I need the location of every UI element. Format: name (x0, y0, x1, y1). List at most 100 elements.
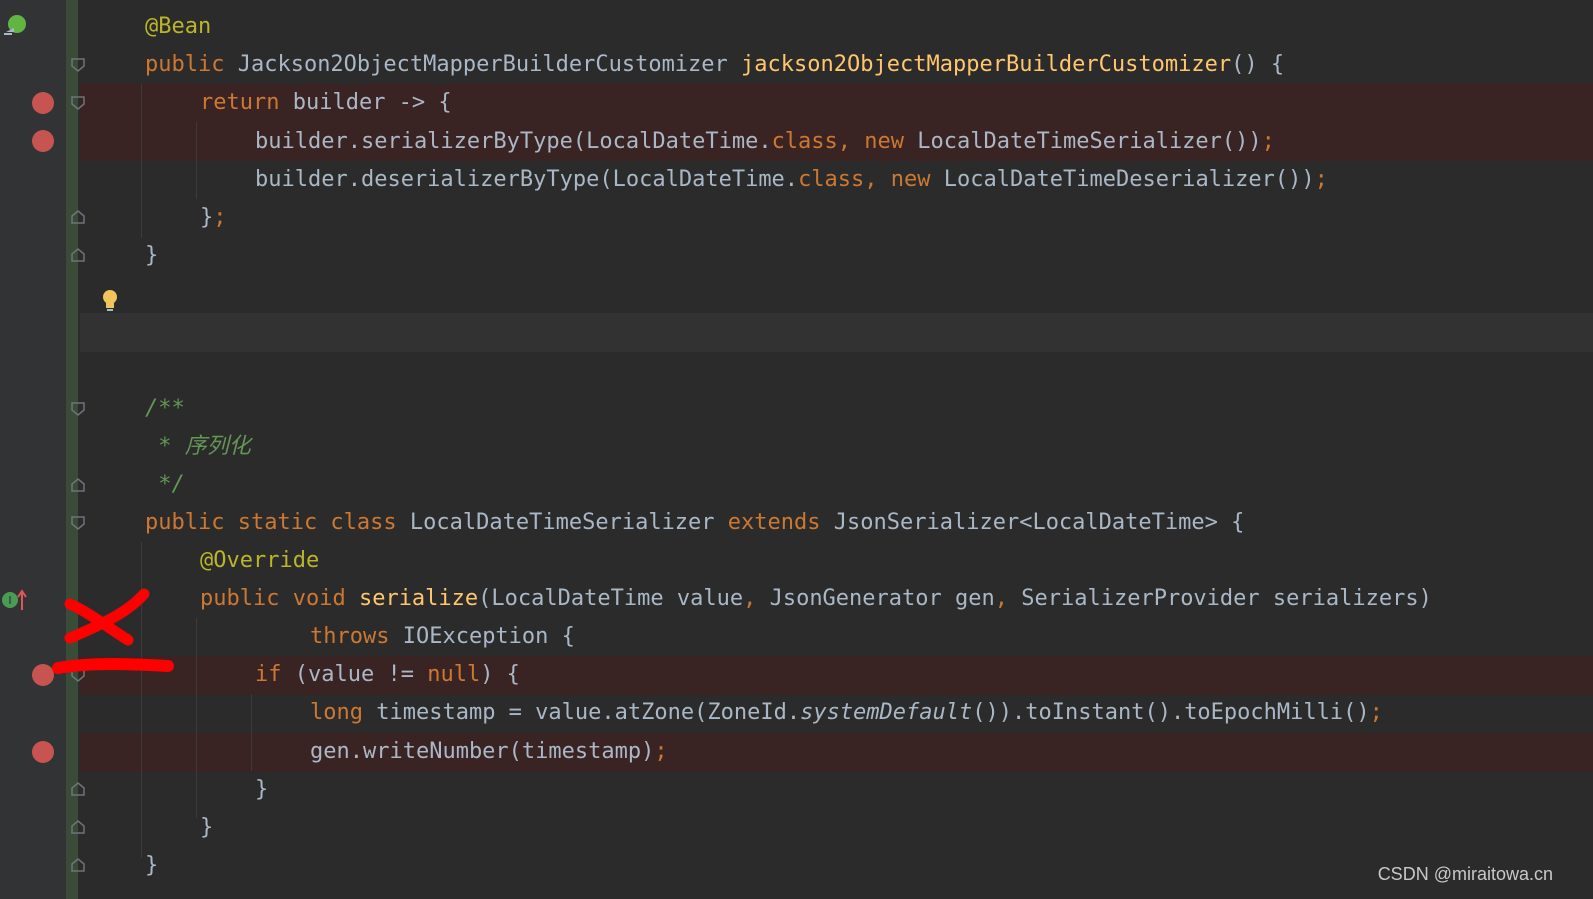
fold-marker-icon[interactable] (71, 478, 85, 492)
code-line[interactable]: return builder -> { (200, 84, 452, 123)
code-token: null (427, 662, 481, 687)
code-token: @Bean (145, 14, 212, 39)
code-line[interactable]: if (value != null) { (255, 656, 520, 695)
code-token: if (255, 662, 295, 687)
fold-marker-icon[interactable] (71, 210, 85, 224)
code-line[interactable]: public void serialize(LocalDateTime valu… (200, 580, 1432, 619)
code-token: new (890, 167, 944, 192)
code-token: return (200, 90, 293, 115)
fold-marker-icon[interactable] (71, 820, 85, 834)
code-token: , (864, 167, 891, 192)
code-token: ()).toInstant().toEpochMilli() (972, 700, 1370, 725)
code-token: new (864, 128, 918, 154)
code-line[interactable]: public Jackson2ObjectMapperBuilderCustom… (145, 46, 1284, 85)
code-token: class (771, 128, 838, 154)
breakpoint-icon[interactable] (32, 130, 54, 152)
svg-text:I: I (8, 594, 11, 607)
code-token: builder -> { (292, 90, 452, 115)
fold-marker-icon[interactable] (71, 782, 85, 796)
code-token: () { (1231, 52, 1285, 77)
code-token: * 序列化 (145, 434, 251, 459)
code-token: jackson2ObjectMapperBuilderCustomizer (741, 52, 1232, 77)
code-token: } (255, 777, 269, 802)
code-token: */ (145, 472, 185, 497)
implements-method-icon[interactable]: I (0, 588, 30, 612)
code-token: ) { (480, 662, 520, 687)
code-line[interactable]: }; (200, 199, 227, 238)
red-cross-annotation (52, 588, 174, 674)
indent-guide (141, 84, 142, 238)
vcs-change-bar (66, 0, 78, 899)
code-token: public void (200, 586, 359, 611)
code-token: ; (654, 739, 668, 764)
code-token: builder.deserializerByType(LocalDateTime… (255, 167, 799, 192)
code-token: timestamp = value.atZone(ZoneId. (376, 700, 801, 725)
spring-bean-icon[interactable] (2, 12, 30, 40)
fold-marker-icon[interactable] (71, 402, 85, 416)
fold-marker-icon[interactable] (71, 96, 85, 110)
code-token: , (837, 128, 865, 154)
code-line[interactable]: /** (145, 390, 185, 429)
code-token: } (145, 243, 159, 268)
code-token: SerializerProvider serializers) (1021, 586, 1432, 611)
code-line[interactable]: } (200, 809, 213, 848)
fold-marker-icon[interactable] (71, 58, 85, 72)
code-token: gen.writeNumber(timestamp) (310, 739, 655, 764)
indent-guide (196, 122, 197, 199)
code-token: (LocalDateTime value (478, 586, 744, 611)
code-token: LocalDateTimeDeserializer()) (943, 167, 1315, 192)
code-token: systemDefault (800, 700, 973, 725)
breakpoint-icon[interactable] (32, 92, 54, 114)
code-line[interactable]: } (255, 771, 268, 810)
fold-marker-icon[interactable] (71, 248, 85, 262)
code-token: ; (1369, 700, 1383, 725)
code-line[interactable]: long timestamp = value.atZone(ZoneId.sys… (310, 694, 1383, 733)
code-token: (value != (294, 662, 428, 687)
code-line[interactable]: builder.serializerByType(LocalDateTime.c… (255, 123, 1275, 162)
code-token: extends (727, 510, 834, 535)
code-token: public (145, 52, 238, 77)
code-token: , (743, 586, 770, 611)
code-token: class (798, 167, 865, 192)
code-line[interactable]: * 序列化 (145, 428, 251, 467)
watermark: CSDN @miraitowa.cn (1377, 864, 1553, 884)
indent-guide (196, 618, 197, 818)
code-token: IOException { (402, 624, 575, 649)
code-line[interactable]: gen.writeNumber(timestamp); (310, 733, 668, 772)
breakpoint-line-highlight (80, 733, 1593, 772)
code-token: } (145, 853, 159, 878)
code-token: @Override (200, 548, 320, 573)
code-token: } (200, 815, 214, 840)
code-token: JsonGenerator gen (769, 586, 995, 611)
code-token: ; (1314, 167, 1328, 192)
code-token: LocalDateTimeSerializer (409, 510, 728, 535)
code-token: long (310, 700, 377, 725)
code-line[interactable]: @Bean (145, 8, 211, 47)
code-line[interactable]: } (145, 847, 158, 886)
fold-marker-icon[interactable] (71, 858, 85, 872)
code-line[interactable]: @Override (200, 542, 319, 581)
code-token: builder.serializerByType(LocalDateTime. (255, 128, 772, 154)
code-token: LocalDateTimeSerializer()) (917, 128, 1262, 154)
code-line[interactable]: builder.deserializerByType(LocalDateTime… (255, 161, 1328, 200)
caret-line-highlight (80, 313, 1593, 352)
code-line[interactable]: public static class LocalDateTimeSeriali… (145, 504, 1244, 543)
code-token: } (200, 205, 214, 230)
code-token: /** (145, 396, 185, 421)
indent-guide (251, 694, 252, 771)
lightbulb-icon[interactable] (100, 288, 120, 314)
code-token: throws (310, 624, 403, 649)
code-token: ; (213, 205, 227, 230)
code-token: , (994, 586, 1022, 611)
code-token: ; (1261, 128, 1275, 154)
code-token: public static class (145, 510, 410, 535)
code-editor[interactable]: I @Bean public Jackson2ObjectMapperBuild… (0, 0, 1593, 899)
code-line[interactable]: throws IOException { (310, 618, 575, 657)
code-token: serialize (358, 586, 479, 611)
code-token: JsonSerializer<LocalDateTime> { (833, 510, 1245, 535)
code-line[interactable]: */ (145, 466, 185, 505)
breakpoint-icon[interactable] (32, 741, 54, 763)
code-token: Jackson2ObjectMapperBuilderCustomizer (237, 52, 742, 77)
code-line[interactable]: } (145, 237, 158, 276)
fold-marker-icon[interactable] (71, 516, 85, 530)
